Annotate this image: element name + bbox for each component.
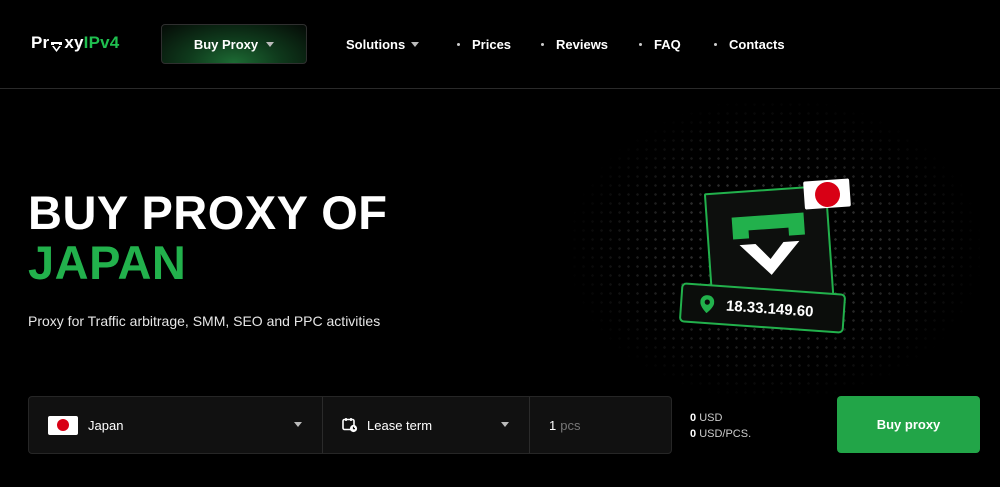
chevron-down-icon — [294, 422, 302, 427]
quantity-value: 1 — [549, 417, 557, 433]
hero-subtitle: Proxy for Traffic arbitrage, SMM, SEO an… — [28, 313, 381, 329]
bullet-icon — [714, 43, 717, 46]
order-form: Japan Lease term 1 pcs — [28, 396, 672, 454]
title-line1: BUY PROXY OF — [28, 186, 388, 239]
bullet-icon — [457, 43, 460, 46]
logo-text-part2: xy — [64, 33, 84, 52]
buy-proxy-menu-button[interactable]: Buy Proxy — [161, 24, 307, 64]
chevron-down-icon — [501, 422, 509, 427]
total-price: 0 USD — [690, 410, 751, 426]
lease-term-select[interactable]: Lease term — [322, 397, 529, 453]
country-select[interactable]: Japan — [29, 397, 322, 453]
bullet-icon — [541, 43, 544, 46]
total-price-unit: USD — [699, 412, 723, 424]
country-value: Japan — [88, 417, 124, 433]
nav-solutions-label: Solutions — [346, 37, 406, 52]
nav-reviews[interactable]: Reviews — [541, 37, 608, 52]
chevron-down-icon — [266, 41, 275, 47]
logo-text-part1: Pr — [31, 33, 50, 52]
site-header: Pr xy IPv4 Buy Proxy Solutions Prices Re… — [0, 0, 1000, 89]
nav-prices[interactable]: Prices — [457, 37, 511, 52]
quantity-input[interactable]: 1 pcs — [529, 397, 671, 453]
nav-contacts[interactable]: Contacts — [714, 37, 785, 52]
nav-solutions[interactable]: Solutions — [346, 37, 420, 52]
bullet-icon — [639, 43, 642, 46]
per-piece-price-value: 0 — [690, 428, 697, 440]
price-summary: 0 USD 0 USD/PCS. — [690, 410, 751, 442]
logo[interactable]: Pr xy IPv4 — [31, 33, 119, 53]
location-pin-icon — [700, 295, 715, 314]
japan-flag-icon — [803, 178, 851, 210]
nav-faq[interactable]: FAQ — [639, 37, 681, 52]
total-price-value: 0 — [690, 412, 697, 424]
ip-address-text: 18.33.149.60 — [725, 296, 815, 321]
buy-proxy-button[interactable]: Buy proxy — [837, 396, 980, 453]
quantity-unit: pcs — [560, 417, 581, 433]
nav-contacts-label: Contacts — [729, 37, 785, 52]
logo-text-part3: IPv4 — [83, 33, 120, 52]
per-piece-price-unit: USD/PCS. — [699, 428, 752, 440]
page-title: BUY PROXY OF JAPAN — [28, 188, 387, 288]
calendar-clock-icon — [342, 418, 358, 433]
japan-flag-icon — [48, 415, 78, 435]
title-line2: JAPAN — [28, 236, 187, 289]
nav-faq-label: FAQ — [654, 37, 681, 52]
lease-term-value: Lease term — [367, 417, 433, 433]
shield-logo-icon — [50, 38, 63, 52]
nav-prices-label: Prices — [472, 37, 512, 52]
nav-reviews-label: Reviews — [556, 37, 609, 52]
buy-proxy-label: Buy Proxy — [193, 36, 259, 52]
chevron-down-icon — [411, 42, 420, 47]
per-piece-price: 0 USD/PCS. — [690, 426, 751, 442]
